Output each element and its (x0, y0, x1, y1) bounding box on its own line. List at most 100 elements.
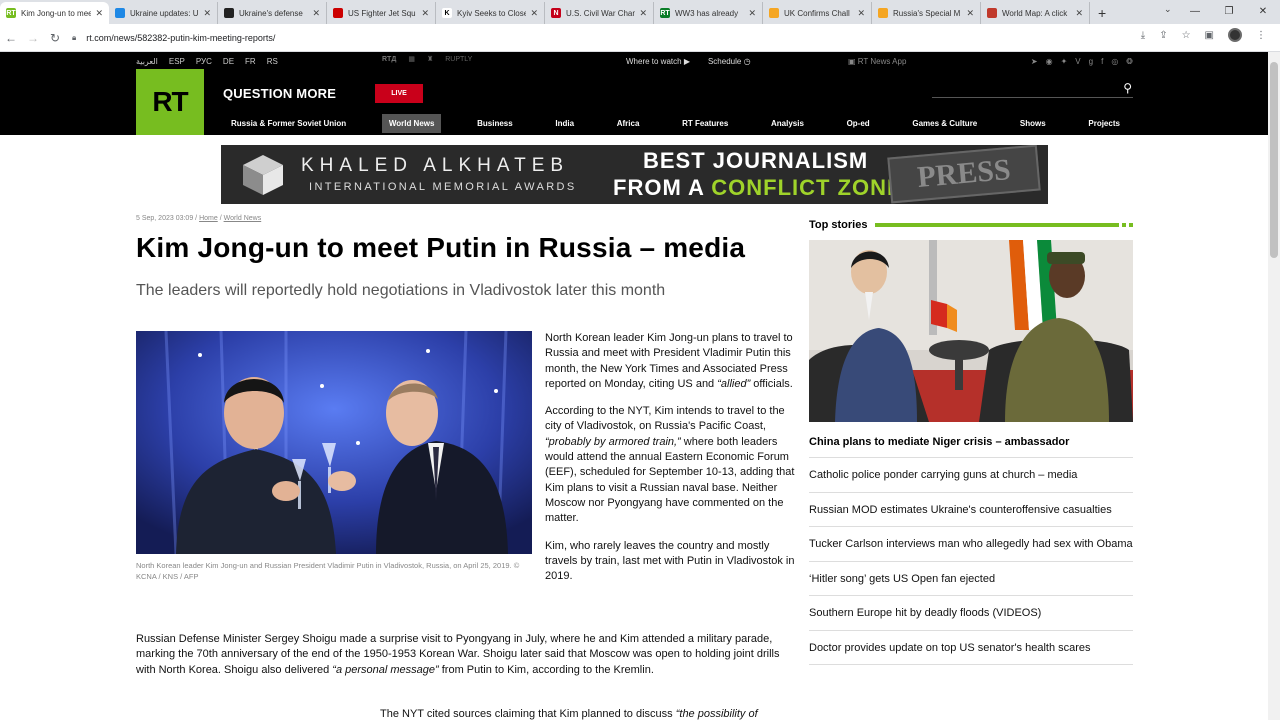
ruptly-link[interactable]: RUPTLY (445, 56, 472, 63)
browser-tab[interactable]: Ukraine updates: U ✕ (109, 2, 218, 24)
article-meta: 5 Sep, 2023 03:09 / Home / World News (136, 215, 262, 222)
gab-icon[interactable]: g (1089, 57, 1093, 66)
top-story-photo[interactable] (809, 240, 1133, 422)
language-link[interactable]: RS (267, 57, 278, 66)
twitter-icon[interactable]: ✦ (1061, 57, 1068, 66)
where-to-watch-link[interactable]: Where to watch ▶ (626, 57, 690, 66)
bookmark-star-icon[interactable]: ☆ (1182, 30, 1191, 41)
schedule-link[interactable]: Schedule ◷ (708, 57, 751, 66)
language-link[interactable]: FR (245, 57, 256, 66)
article-summary: The leaders will reportedly hold negotia… (136, 282, 666, 299)
play-icon: ▶ (683, 56, 690, 66)
search-icon[interactable]: ⚲ (1123, 81, 1132, 95)
share-icon[interactable]: ⇪ (1159, 30, 1167, 41)
facebook-icon[interactable]: f (1101, 57, 1103, 66)
tab-close-icon[interactable]: ✕ (639, 8, 647, 19)
nav-item[interactable]: India (548, 114, 581, 133)
nav-item[interactable]: World News (381, 113, 442, 133)
telegram-icon[interactable]: ➤ (1031, 57, 1038, 66)
tab-close-icon[interactable]: ✕ (1075, 8, 1083, 19)
reload-icon[interactable]: ↻ (44, 27, 66, 49)
tab-search-icon[interactable]: ⌄ (1164, 4, 1172, 15)
rt-tv-icon[interactable]: ▦ (408, 55, 415, 63)
close-window-icon[interactable]: ✕ (1246, 0, 1280, 22)
browser-tab[interactable]: UK Confirms Chall ✕ (763, 2, 872, 24)
top-stories-header: Top stories (809, 217, 1133, 233)
scrollbar-thumb[interactable] (1270, 62, 1278, 258)
tab-close-icon[interactable]: ✕ (95, 8, 103, 19)
menu-icon[interactable]: ⋮ (1256, 30, 1266, 41)
article-photo[interactable] (136, 331, 532, 554)
language-link[interactable]: РУС (196, 57, 212, 66)
language-links: العربية ESP РУС DE FR RS (136, 57, 278, 66)
language-link[interactable]: العربية (136, 57, 158, 66)
sidebar-icon[interactable]: ▣ (1205, 30, 1214, 41)
nav-item[interactable]: Projects (1081, 114, 1127, 133)
language-link[interactable]: ESP (169, 57, 185, 66)
search-input[interactable] (932, 83, 1112, 99)
top-story-item[interactable]: Russian MOD estimates Ukraine's countero… (809, 493, 1133, 527)
restore-icon[interactable]: ❐ (1212, 0, 1246, 22)
tab-title: Kyiv Seeks to Close (457, 8, 527, 18)
nav-item[interactable]: RT Features (675, 114, 735, 133)
instagram-icon[interactable]: ◎ (1111, 57, 1118, 66)
top-story-item[interactable]: Doctor provides update on top US senator… (809, 631, 1133, 665)
top-story-headline[interactable]: China plans to mediate Niger crisis – am… (809, 436, 1133, 458)
nav-item[interactable]: Africa (610, 114, 647, 133)
rt-doc-icon[interactable]: RTД (382, 56, 396, 63)
odnoklassniki-icon[interactable]: ❂ (1126, 57, 1133, 66)
minimize-icon[interactable]: — (1178, 0, 1212, 22)
top-story-item[interactable]: Catholic police ponder carrying guns at … (809, 458, 1133, 493)
profile-avatar[interactable] (1228, 28, 1242, 42)
browser-tab[interactable]: World Map: A click ✕ (981, 2, 1090, 24)
media-links: RTД ▦ ♜ RUPTLY (382, 55, 472, 64)
tab-close-icon[interactable]: ✕ (203, 8, 211, 19)
tab-close-icon[interactable]: ✕ (530, 8, 538, 19)
install-icon[interactable]: ⤓ (1141, 30, 1145, 41)
live-button[interactable]: LIVE (375, 84, 423, 103)
clock-icon: ◷ (743, 56, 751, 66)
nav-item[interactable]: Analysis (764, 114, 811, 133)
vk-icon[interactable]: V (1075, 57, 1080, 66)
ruptly-icon[interactable]: ♜ (427, 55, 433, 63)
tab-title: U.S. Civil War Chan (566, 8, 636, 18)
language-link[interactable]: DE (223, 57, 234, 66)
rss-icon[interactable]: ◉ (1046, 57, 1053, 66)
main-navigation: Russia & Former Soviet Union World News Bu… (136, 112, 1133, 134)
browser-tab[interactable]: Russia's Special M ✕ (872, 2, 981, 24)
article-paragraph: North Korean leader Kim Jong-un plans to… (545, 332, 793, 390)
tab-close-icon[interactable]: ✕ (857, 8, 865, 19)
app-link[interactable]: ▣ RT News App (848, 57, 906, 66)
web-page: العربية ESP РУС DE FR RS RTД ▦ ♜ RUPTLY Where… (0, 52, 1268, 720)
browser-tab[interactable]: N U.S. Civil War Chan ✕ (545, 2, 654, 24)
tab-close-icon[interactable]: ✕ (312, 8, 320, 19)
top-story-item[interactable]: Southern Europe hit by deadly floods (VI… (809, 596, 1133, 631)
browser-tab[interactable]: RT WW3 has already ✕ (654, 2, 763, 24)
tab-close-icon[interactable]: ✕ (966, 8, 974, 19)
tab-close-icon[interactable]: ✕ (421, 8, 429, 19)
article-title: Kim Jong-un to meet Putin in Russia – me… (136, 232, 746, 263)
tab-close-icon[interactable]: ✕ (748, 8, 756, 19)
breadcrumb-section[interactable]: World News (224, 215, 262, 222)
nav-item[interactable]: Op-ed (840, 114, 877, 133)
nav-item[interactable]: Games & Culture (905, 114, 984, 133)
photo-niger-meeting (809, 240, 1133, 422)
nav-item[interactable]: Business (470, 114, 520, 133)
breadcrumb-home[interactable]: Home (199, 215, 218, 222)
new-tab-button[interactable]: + (1090, 2, 1114, 24)
top-stories-heading: Top stories (809, 219, 868, 231)
nav-item[interactable]: Shows (1013, 114, 1053, 133)
top-story-item[interactable]: ‘Hitler song’ gets US Open fan ejected (809, 562, 1133, 596)
social-links: ➤ ◉ ✦ V g f ◎ ❂ (1031, 57, 1133, 66)
back-icon[interactable]: ← (0, 27, 22, 49)
awards-banner[interactable]: KHALED ALKHATEB INTERNATIONAL MEMORIAL A… (221, 145, 1048, 204)
url-field[interactable]: 🔒︎ rt.com/news/582382-putin-kim-meeting-… (72, 28, 1132, 48)
browser-tab[interactable]: RT Kim Jong-un to meet ✕ (0, 2, 109, 24)
nav-item[interactable]: Russia & Former Soviet Union (224, 114, 353, 133)
top-story-item[interactable]: Tucker Carlson interviews man who allege… (809, 527, 1133, 562)
browser-tab[interactable]: K Kyiv Seeks to Close ✕ (436, 2, 545, 24)
browser-tab[interactable]: US Fighter Jet Squ ✕ (327, 2, 436, 24)
lock-icon[interactable]: 🔒︎ (72, 33, 76, 43)
forward-icon[interactable]: → (22, 27, 44, 49)
browser-tab[interactable]: Ukraine's defense ✕ (218, 2, 327, 24)
